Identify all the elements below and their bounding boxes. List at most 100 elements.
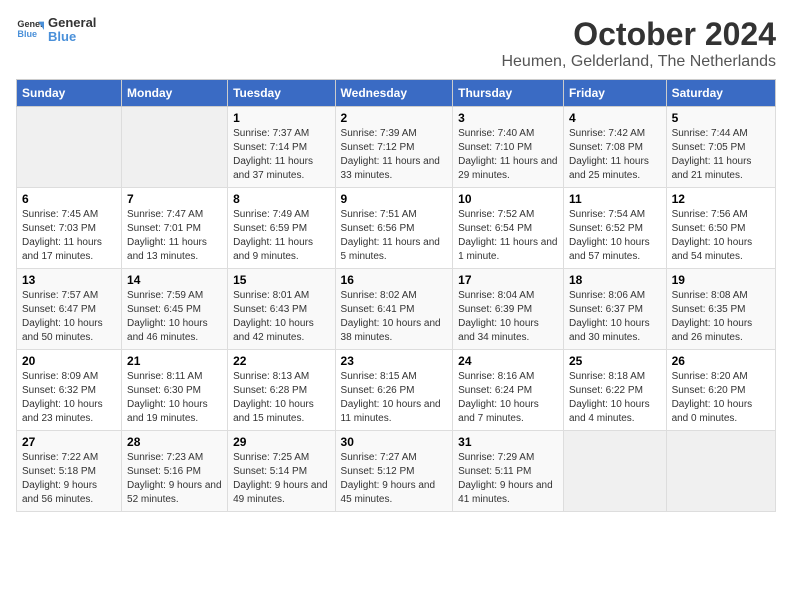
day-number: 5 — [672, 111, 770, 125]
day-number: 31 — [458, 435, 558, 449]
day-info: Sunrise: 8:15 AM Sunset: 6:26 PM Dayligh… — [341, 370, 448, 426]
calendar-cell — [122, 107, 228, 188]
week-row-5: 27 Sunrise: 7:22 AM Sunset: 5:18 PM Dayli… — [17, 431, 776, 512]
calendar-cell: 25 Sunrise: 8:18 AM Sunset: 6:22 PM Dayli… — [563, 350, 666, 431]
calendar-cell: 10 Sunrise: 7:52 AM Sunset: 6:54 PM Dayli… — [453, 188, 564, 269]
svg-text:Blue: Blue — [17, 29, 37, 39]
header-cell-tuesday: Tuesday — [228, 80, 335, 107]
logo: General Blue General Blue — [16, 16, 96, 45]
header-cell-saturday: Saturday — [666, 80, 775, 107]
day-number: 28 — [127, 435, 222, 449]
day-number: 27 — [22, 435, 116, 449]
svg-text:General: General — [17, 19, 44, 29]
day-number: 20 — [22, 354, 116, 368]
day-number: 30 — [341, 435, 448, 449]
day-info: Sunrise: 7:49 AM Sunset: 6:59 PM Dayligh… — [233, 208, 329, 264]
calendar-cell — [563, 431, 666, 512]
day-number: 3 — [458, 111, 558, 125]
day-info: Sunrise: 7:25 AM Sunset: 5:14 PM Dayligh… — [233, 451, 329, 507]
calendar-cell: 29 Sunrise: 7:25 AM Sunset: 5:14 PM Dayli… — [228, 431, 335, 512]
day-number: 11 — [569, 192, 661, 206]
day-number: 7 — [127, 192, 222, 206]
day-number: 9 — [341, 192, 448, 206]
calendar-cell: 16Sunrise: 8:02 AM Sunset: 6:41 PM Dayli… — [335, 269, 453, 350]
calendar-cell — [666, 431, 775, 512]
day-info: Sunrise: 7:29 AM Sunset: 5:11 PM Dayligh… — [458, 451, 558, 507]
day-info: Sunrise: 8:09 AM Sunset: 6:32 PM Dayligh… — [22, 370, 116, 426]
calendar-cell: 24 Sunrise: 8:16 AM Sunset: 6:24 PM Dayli… — [453, 350, 564, 431]
calendar-table: SundayMondayTuesdayWednesdayThursdayFrid… — [16, 79, 776, 512]
day-number: 13 — [22, 273, 116, 287]
day-number: 6 — [22, 192, 116, 206]
day-info: Sunrise: 7:40 AM Sunset: 7:10 PM Dayligh… — [458, 127, 558, 183]
week-row-1: 1 Sunrise: 7:37 AM Sunset: 7:14 PM Daylig… — [17, 107, 776, 188]
calendar-cell: 27 Sunrise: 7:22 AM Sunset: 5:18 PM Dayli… — [17, 431, 122, 512]
calendar-cell: 18 Sunrise: 8:06 AM Sunset: 6:37 PM Dayli… — [563, 269, 666, 350]
day-info: Sunrise: 7:54 AM Sunset: 6:52 PM Dayligh… — [569, 208, 661, 264]
calendar-cell: 9 Sunrise: 7:51 AM Sunset: 6:56 PM Daylig… — [335, 188, 453, 269]
header-cell-wednesday: Wednesday — [335, 80, 453, 107]
day-number: 17 — [458, 273, 558, 287]
day-info: Sunrise: 8:20 AM Sunset: 6:20 PM Dayligh… — [672, 370, 770, 426]
calendar-cell — [17, 107, 122, 188]
day-info: Sunrise: 8:06 AM Sunset: 6:37 PM Dayligh… — [569, 289, 661, 345]
day-number: 10 — [458, 192, 558, 206]
day-info: Sunrise: 8:04 AM Sunset: 6:39 PM Dayligh… — [458, 289, 558, 345]
calendar-cell: 7Sunrise: 7:47 AM Sunset: 7:01 PM Daylig… — [122, 188, 228, 269]
day-info: Sunrise: 7:57 AM Sunset: 6:47 PM Dayligh… — [22, 289, 116, 345]
calendar-cell: 5 Sunrise: 7:44 AM Sunset: 7:05 PM Daylig… — [666, 107, 775, 188]
day-info: Sunrise: 7:42 AM Sunset: 7:08 PM Dayligh… — [569, 127, 661, 183]
calendar-cell: 3 Sunrise: 7:40 AM Sunset: 7:10 PM Daylig… — [453, 107, 564, 188]
header-cell-thursday: Thursday — [453, 80, 564, 107]
day-number: 29 — [233, 435, 329, 449]
header-cell-sunday: Sunday — [17, 80, 122, 107]
day-number: 21 — [127, 354, 222, 368]
day-info: Sunrise: 7:44 AM Sunset: 7:05 PM Dayligh… — [672, 127, 770, 183]
calendar-cell: 22 Sunrise: 8:13 AM Sunset: 6:28 PM Dayli… — [228, 350, 335, 431]
day-info: Sunrise: 7:59 AM Sunset: 6:45 PM Dayligh… — [127, 289, 222, 345]
calendar-cell: 8Sunrise: 7:49 AM Sunset: 6:59 PM Daylig… — [228, 188, 335, 269]
day-number: 19 — [672, 273, 770, 287]
day-info: Sunrise: 7:56 AM Sunset: 6:50 PM Dayligh… — [672, 208, 770, 264]
logo-text: General Blue — [48, 16, 96, 45]
day-info: Sunrise: 8:13 AM Sunset: 6:28 PM Dayligh… — [233, 370, 329, 426]
calendar-cell: 15Sunrise: 8:01 AM Sunset: 6:43 PM Dayli… — [228, 269, 335, 350]
calendar-cell: 23 Sunrise: 8:15 AM Sunset: 6:26 PM Dayli… — [335, 350, 453, 431]
day-info: Sunrise: 8:18 AM Sunset: 6:22 PM Dayligh… — [569, 370, 661, 426]
calendar-cell: 28 Sunrise: 7:23 AM Sunset: 5:16 PM Dayli… — [122, 431, 228, 512]
week-row-2: 6 Sunrise: 7:45 AM Sunset: 7:03 PM Daylig… — [17, 188, 776, 269]
day-info: Sunrise: 8:16 AM Sunset: 6:24 PM Dayligh… — [458, 370, 558, 426]
day-info: Sunrise: 7:23 AM Sunset: 5:16 PM Dayligh… — [127, 451, 222, 507]
day-info: Sunrise: 8:08 AM Sunset: 6:35 PM Dayligh… — [672, 289, 770, 345]
calendar-cell: 19 Sunrise: 8:08 AM Sunset: 6:35 PM Dayli… — [666, 269, 775, 350]
day-number: 4 — [569, 111, 661, 125]
day-number: 18 — [569, 273, 661, 287]
calendar-cell: 21 Sunrise: 8:11 AM Sunset: 6:30 PM Dayli… — [122, 350, 228, 431]
day-number: 23 — [341, 354, 448, 368]
day-info: Sunrise: 7:22 AM Sunset: 5:18 PM Dayligh… — [22, 451, 116, 507]
day-number: 2 — [341, 111, 448, 125]
day-number: 24 — [458, 354, 558, 368]
day-number: 22 — [233, 354, 329, 368]
header: General Blue General Blue October 2024 H… — [16, 16, 776, 71]
day-number: 12 — [672, 192, 770, 206]
day-number: 1 — [233, 111, 329, 125]
day-number: 14 — [127, 273, 222, 287]
calendar-cell: 4 Sunrise: 7:42 AM Sunset: 7:08 PM Daylig… — [563, 107, 666, 188]
header-cell-friday: Friday — [563, 80, 666, 107]
day-number: 16 — [341, 273, 448, 287]
logo-icon: General Blue — [16, 16, 44, 44]
calendar-subtitle: Heumen, Gelderland, The Netherlands — [501, 53, 776, 71]
day-info: Sunrise: 8:11 AM Sunset: 6:30 PM Dayligh… — [127, 370, 222, 426]
day-info: Sunrise: 7:52 AM Sunset: 6:54 PM Dayligh… — [458, 208, 558, 264]
day-info: Sunrise: 7:45 AM Sunset: 7:03 PM Dayligh… — [22, 208, 116, 264]
week-row-4: 20 Sunrise: 8:09 AM Sunset: 6:32 PM Dayli… — [17, 350, 776, 431]
day-info: Sunrise: 7:51 AM Sunset: 6:56 PM Dayligh… — [341, 208, 448, 264]
logo-line1: General — [48, 16, 96, 30]
title-section: October 2024 Heumen, Gelderland, The Net… — [501, 16, 776, 71]
day-info: Sunrise: 7:37 AM Sunset: 7:14 PM Dayligh… — [233, 127, 329, 183]
day-number: 15 — [233, 273, 329, 287]
calendar-cell: 12 Sunrise: 7:56 AM Sunset: 6:50 PM Dayli… — [666, 188, 775, 269]
day-number: 25 — [569, 354, 661, 368]
calendar-cell: 17 Sunrise: 8:04 AM Sunset: 6:39 PM Dayli… — [453, 269, 564, 350]
